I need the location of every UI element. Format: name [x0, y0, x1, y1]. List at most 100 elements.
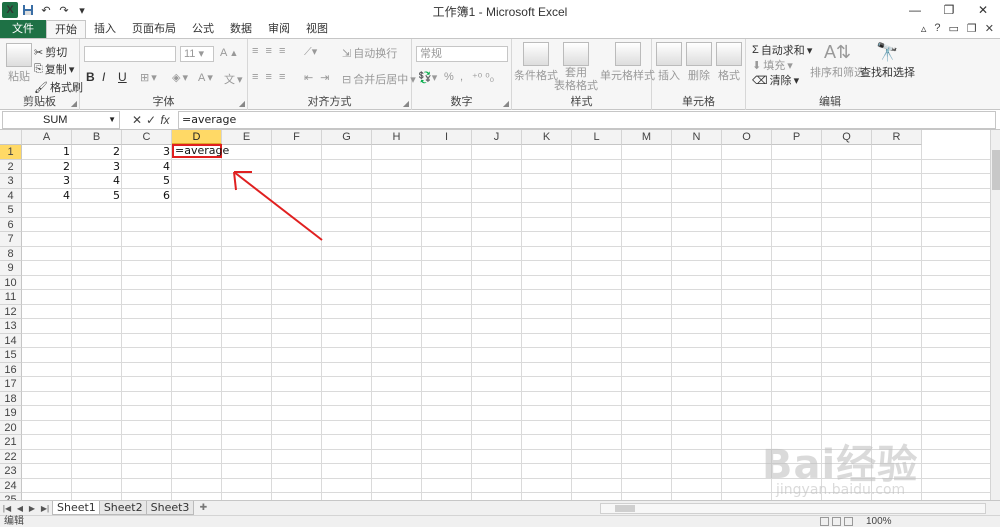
currency-button[interactable]: 💱▾: [418, 71, 437, 84]
column-header-i[interactable]: I: [422, 130, 472, 145]
sort-filter-button[interactable]: A⇅ 排序和筛选: [810, 42, 865, 80]
excel-logo-icon[interactable]: X: [2, 2, 18, 18]
insert-cells-button[interactable]: 插入: [656, 42, 682, 83]
row-header-1[interactable]: 1: [0, 145, 22, 160]
tab-page-layout[interactable]: 页面布局: [124, 20, 184, 38]
borders-button[interactable]: ⊞ ▾: [140, 71, 157, 84]
column-header-m[interactable]: M: [622, 130, 672, 145]
row-header-5[interactable]: 5: [0, 203, 22, 218]
column-header-d[interactable]: D: [172, 130, 222, 145]
row-header-18[interactable]: 18: [0, 391, 22, 406]
paste-button[interactable]: 粘贴: [6, 43, 32, 84]
workbook-minimize-icon[interactable]: ▭: [949, 22, 959, 35]
row-header-20[interactable]: 20: [0, 420, 22, 435]
customize-quick-access-icon[interactable]: ▾: [74, 2, 90, 18]
cell-c2[interactable]: 4: [122, 160, 172, 174]
row-header-10[interactable]: 10: [0, 275, 22, 290]
row-header-13[interactable]: 13: [0, 319, 22, 334]
row-header-7[interactable]: 7: [0, 232, 22, 247]
comma-button[interactable]: ,: [460, 71, 463, 83]
cell-a1[interactable]: 1: [22, 145, 72, 159]
row-header-15[interactable]: 15: [0, 348, 22, 363]
row-header-21[interactable]: 21: [0, 435, 22, 450]
row-header-12[interactable]: 12: [0, 304, 22, 319]
row-header-9[interactable]: 9: [0, 261, 22, 276]
dialog-launcher-icon[interactable]: ◢: [503, 99, 509, 108]
dialog-launcher-icon[interactable]: ◢: [71, 99, 77, 108]
cell-b3[interactable]: 4: [72, 174, 122, 188]
column-header-l[interactable]: L: [572, 130, 622, 145]
row-header-3[interactable]: 3: [0, 174, 22, 189]
wrap-text-button[interactable]: ⇲ 自动换行: [342, 45, 397, 61]
row-header-14[interactable]: 14: [0, 333, 22, 348]
column-header-h[interactable]: H: [372, 130, 422, 145]
dialog-launcher-icon[interactable]: ◢: [403, 99, 409, 108]
zoom-level[interactable]: 100%: [866, 516, 892, 527]
orientation-button[interactable]: ⟋▾: [304, 45, 317, 59]
tab-insert[interactable]: 插入: [86, 20, 124, 38]
bold-button[interactable]: B: [86, 70, 95, 84]
phonetic-button[interactable]: 文 ▾: [224, 71, 243, 87]
column-header-g[interactable]: G: [322, 130, 372, 145]
column-header-o[interactable]: O: [722, 130, 772, 145]
enter-check-icon[interactable]: ✓: [144, 113, 158, 127]
merge-center-button[interactable]: ⊟ 合并后居中 ▾: [342, 71, 416, 87]
active-cell-d1[interactable]: =average: [172, 144, 229, 158]
save-icon[interactable]: [20, 2, 36, 18]
undo-icon[interactable]: ↶: [38, 2, 54, 18]
restore-button[interactable]: ❐: [932, 0, 966, 20]
horizontal-scroll-thumb[interactable]: [615, 505, 635, 512]
conditional-format-button[interactable]: 条件格式: [514, 42, 558, 83]
italic-button[interactable]: I: [102, 70, 105, 84]
tab-file[interactable]: 文件: [0, 20, 46, 38]
cell-c1[interactable]: 3: [122, 145, 172, 159]
column-header-b[interactable]: B: [72, 130, 122, 145]
vertical-scroll-thumb[interactable]: [992, 150, 1000, 190]
vertical-align-buttons[interactable]: ≡ ≡ ≡: [252, 45, 287, 57]
font-size-select[interactable]: 11 ▾: [180, 46, 214, 62]
sheet-tab-sheet2[interactable]: Sheet2: [98, 501, 148, 515]
normal-view-icon[interactable]: [820, 517, 829, 526]
cell-a4[interactable]: 4: [22, 189, 72, 203]
number-format-select[interactable]: 常规: [416, 46, 508, 62]
workbook-restore-icon[interactable]: ❐: [967, 22, 977, 35]
percent-button[interactable]: %: [444, 71, 454, 83]
cell-c3[interactable]: 5: [122, 174, 172, 188]
tab-data[interactable]: 数据: [222, 20, 260, 38]
font-name-select[interactable]: [84, 46, 176, 62]
underline-button[interactable]: U: [118, 70, 127, 84]
chevron-down-icon[interactable]: ▼: [108, 112, 116, 128]
tab-review[interactable]: 审阅: [260, 20, 298, 38]
row-header-16[interactable]: 16: [0, 362, 22, 377]
tab-view[interactable]: 视图: [298, 20, 336, 38]
redo-icon[interactable]: ↷: [56, 2, 72, 18]
format-cells-button[interactable]: 格式: [716, 42, 742, 83]
cell-b1[interactable]: 2: [72, 145, 122, 159]
row-header-6[interactable]: 6: [0, 217, 22, 232]
cancel-entry-icon[interactable]: ✕: [130, 113, 144, 127]
first-sheet-icon[interactable]: |◀: [3, 504, 11, 513]
row-header-11[interactable]: 11: [0, 290, 22, 305]
column-header-j[interactable]: J: [472, 130, 522, 145]
horizontal-align-buttons[interactable]: ≡ ≡ ≡: [252, 71, 287, 83]
format-as-table-button[interactable]: 套用 表格格式: [554, 42, 598, 92]
column-header-r[interactable]: R: [872, 130, 922, 145]
column-header-a[interactable]: A: [22, 130, 72, 145]
help-icon[interactable]: ?: [934, 22, 940, 35]
name-box[interactable]: SUM ▼: [2, 110, 120, 129]
row-header-4[interactable]: 4: [0, 188, 22, 203]
column-header-n[interactable]: N: [672, 130, 722, 145]
cell-c4[interactable]: 6: [122, 189, 172, 203]
row-header-19[interactable]: 19: [0, 406, 22, 421]
sheet-tab-sheet1[interactable]: Sheet1: [52, 501, 101, 515]
row-header-22[interactable]: 22: [0, 449, 22, 464]
new-sheet-icon[interactable]: ✚: [196, 502, 210, 514]
column-header-q[interactable]: Q: [822, 130, 872, 145]
last-sheet-icon[interactable]: ▶|: [41, 504, 49, 513]
tab-formulas[interactable]: 公式: [184, 20, 222, 38]
copy-button[interactable]: ⎘ 复制 ▾: [34, 61, 74, 77]
fill-button[interactable]: ⬇ 填充 ▾: [752, 57, 793, 73]
column-header-p[interactable]: P: [772, 130, 822, 145]
column-header-f[interactable]: F: [272, 130, 322, 145]
column-header-k[interactable]: K: [522, 130, 572, 145]
